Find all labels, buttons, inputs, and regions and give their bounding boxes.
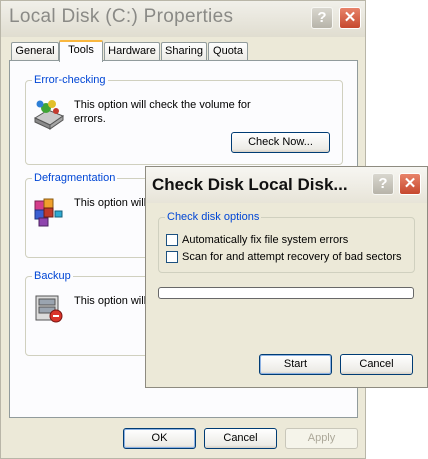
close-button[interactable]: ✕: [339, 7, 361, 29]
tab-label: Quota: [213, 45, 243, 57]
dialog-help-button[interactable]: ?: [372, 173, 394, 195]
dialog-title-bar[interactable]: Check Disk Local Disk... ? ✕: [146, 167, 427, 203]
tab-quota[interactable]: Quota: [208, 42, 248, 60]
ok-button[interactable]: OK: [123, 428, 196, 449]
error-checking-description-line2: errors.: [74, 113, 106, 125]
check-now-button[interactable]: Check Now...: [231, 132, 330, 153]
close-icon: ✕: [343, 9, 357, 26]
close-icon: ✕: [403, 175, 417, 192]
tab-label: General: [15, 45, 55, 57]
dialog-title: Check Disk Local Disk...: [152, 175, 348, 194]
auto-fix-checkbox[interactable]: [166, 234, 178, 246]
help-icon: ?: [317, 9, 327, 26]
check-disk-options-legend: Check disk options: [165, 211, 262, 223]
backup-icon: [32, 292, 66, 326]
scan-bad-sectors-label: Scan for and attempt recovery of bad sec…: [182, 251, 402, 263]
dialog-cancel-button[interactable]: Cancel: [340, 354, 413, 375]
scan-bad-sectors-checkbox[interactable]: [166, 251, 178, 263]
tab-label: Hardware: [108, 45, 156, 57]
defragmentation-description: This option will: [74, 197, 147, 209]
start-button[interactable]: Start: [259, 354, 332, 375]
disk-check-icon: [32, 98, 66, 132]
help-button[interactable]: ?: [311, 7, 333, 29]
auto-fix-label: Automatically fix file system errors: [182, 234, 349, 246]
window-title: Local Disk (C:) Properties: [9, 6, 234, 27]
dialog-close-button[interactable]: ✕: [399, 173, 421, 195]
backup-legend: Backup: [32, 270, 73, 282]
error-checking-legend: Error-checking: [32, 74, 108, 86]
help-icon: ?: [378, 175, 388, 192]
tab-hardware[interactable]: Hardware: [104, 42, 160, 60]
error-checking-description-line1: This option will check the volume for: [74, 99, 251, 111]
tab-label: Tools: [68, 44, 94, 56]
tab-label: Sharing: [165, 45, 203, 57]
cancel-button[interactable]: Cancel: [204, 428, 277, 449]
defragment-icon: [32, 195, 66, 229]
check-disk-dialog: Check Disk Local Disk... ? ✕ Check disk …: [145, 166, 428, 388]
progress-bar: [158, 287, 414, 299]
defragmentation-legend: Defragmentation: [32, 172, 118, 184]
tab-general[interactable]: General: [11, 42, 59, 60]
title-bar[interactable]: Local Disk (C:) Properties ? ✕: [1, 1, 365, 37]
apply-button[interactable]: Apply: [285, 428, 358, 449]
tab-sharing[interactable]: Sharing: [161, 42, 207, 60]
backup-description: This option will: [74, 295, 147, 307]
tab-tools[interactable]: Tools: [59, 40, 103, 62]
